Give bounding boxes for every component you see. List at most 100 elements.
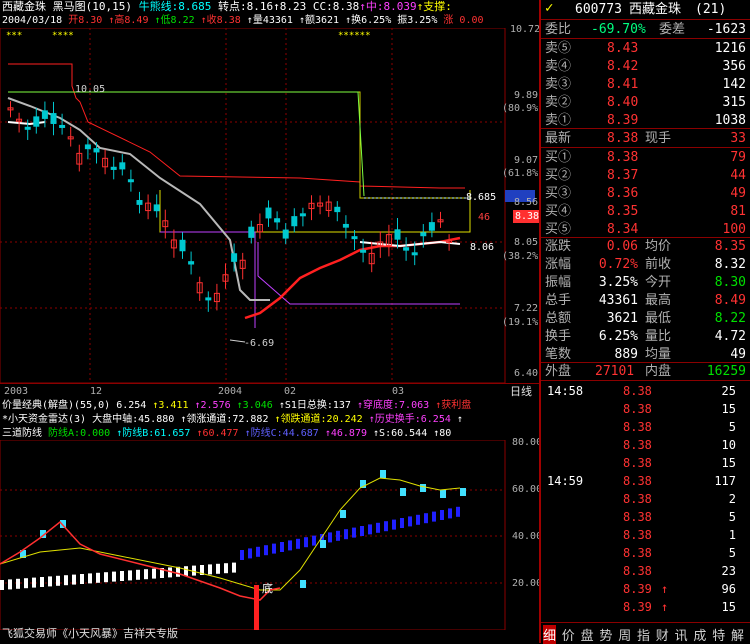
candle-body	[411, 252, 418, 256]
sell-label: 卖①	[545, 113, 572, 128]
osc-bar	[152, 568, 156, 579]
check-icon[interactable]: ✓	[545, 1, 553, 15]
osc-bar	[248, 548, 252, 559]
date-label: 12	[90, 386, 103, 397]
period-label[interactable]: 日线	[510, 385, 532, 398]
tape-row: 14:59 8.38 117	[541, 474, 750, 492]
candle-body	[420, 232, 427, 237]
price-tick-pct: (38.2%)	[502, 251, 545, 262]
bottom-tabs: 细价盘势周指财讯成特解	[541, 624, 750, 644]
stat-label: 最高	[645, 293, 672, 308]
candle-body	[127, 179, 134, 183]
resist-line	[8, 91, 365, 197]
current-hand-value: 33	[730, 131, 746, 146]
indicator-bullbear: 牛熊线:8.685	[138, 0, 212, 13]
tab-2[interactable]: 盘	[581, 625, 594, 644]
quote-low: ↑低8.22	[154, 15, 195, 26]
osc-bar	[376, 522, 380, 533]
inner-value: 16259	[706, 364, 746, 379]
tape-row: 8.38 15	[541, 402, 750, 420]
osc-bar	[264, 545, 268, 556]
divider	[541, 380, 750, 381]
buy-row: 买③ 8.36 49	[541, 184, 750, 203]
ind-value: ↑S:60.544	[373, 428, 428, 439]
tape-volume: 15	[721, 456, 736, 470]
candle-body	[299, 213, 306, 217]
ind-value: ↑防线C:44.687	[244, 428, 319, 439]
candle-body	[334, 206, 341, 213]
candle-body	[291, 216, 298, 227]
osc-tick: 80.00	[512, 437, 543, 448]
inner-label: 内盘	[645, 364, 672, 379]
osc-bar	[408, 516, 412, 527]
ind-value: ↑获利盘	[435, 400, 472, 411]
tab-7[interactable]: 讯	[675, 625, 688, 644]
weicha-value: -1623	[706, 22, 746, 37]
price-tick: 10.72	[510, 24, 541, 35]
osc-cyan-mark	[320, 540, 326, 548]
tape-volume: 5	[728, 510, 736, 524]
label-6-69: -6.69	[244, 338, 274, 349]
price-tick-pct: (80.9%)	[502, 103, 545, 114]
tab-4[interactable]: 周	[618, 625, 631, 644]
tab-8[interactable]: 成	[693, 625, 706, 644]
sell-volume: 142	[722, 77, 746, 92]
osc-bar	[352, 527, 356, 538]
ind-value: ↑60.477	[196, 428, 239, 439]
buy-price: 8.38	[607, 150, 639, 165]
tab-5[interactable]: 指	[637, 625, 650, 644]
price-tick-pct: (19.1%)	[502, 317, 545, 328]
sell-row: 卖⑤ 8.43 1216	[541, 39, 750, 58]
tape-volume: 10	[721, 438, 736, 452]
tape-price: 8.38	[623, 528, 652, 542]
candle-body	[248, 226, 255, 238]
osc-tick: 40.00	[512, 531, 543, 542]
osc-bar	[440, 510, 444, 520]
oscillator-chart[interactable]	[0, 440, 540, 630]
tab-0[interactable]: 细	[543, 625, 557, 644]
osc-bar	[120, 571, 124, 581]
sell-volume: 1216	[714, 41, 746, 56]
tab-3[interactable]: 势	[599, 625, 612, 644]
tape-row: 14:58 8.38 25	[541, 384, 750, 402]
sell-volume: 315	[722, 95, 746, 110]
stat-value: 8.35	[714, 239, 746, 254]
latest-label: 最新	[545, 131, 572, 146]
oscillator-group	[0, 470, 466, 590]
osc-cyan-mark	[380, 470, 386, 478]
stat-label: 均价	[645, 239, 672, 254]
tab-1[interactable]: 价	[562, 625, 575, 644]
ind-value: ↑历史换手:6.254	[368, 414, 451, 425]
osc-bar	[254, 585, 259, 630]
osc-bar	[240, 550, 244, 560]
weicha-label: 委差	[659, 22, 686, 37]
outer-label: 外盘	[545, 364, 572, 379]
osc-bar	[384, 521, 388, 532]
chart-area[interactable]: 西藏金珠 黑马图(10,15) 牛熊线:8.685 转点:8.16↑8.23 C…	[0, 0, 544, 643]
candlestick-chart[interactable]: *** **** ****** 10.05 -6.69 8.685 46 8.0…	[0, 28, 540, 388]
tab-9[interactable]: 特	[712, 625, 725, 644]
osc-bar	[344, 529, 348, 540]
sell-label: 卖⑤	[545, 41, 572, 56]
osc-bar	[368, 524, 372, 535]
osc-bar	[216, 563, 220, 574]
buy-label: 买②	[545, 168, 572, 183]
candle-body	[265, 207, 272, 219]
osc-bar	[312, 535, 316, 546]
candle-body	[119, 162, 126, 170]
ind-value: 防线A:0.000	[48, 428, 111, 439]
buy-price: 8.35	[607, 204, 639, 219]
stat-label: 均量	[645, 347, 672, 362]
indicator-line-1: 价量经典(解盘)(55,0) 6.254 ↑3.411 ↑2.576 ↑3.04…	[2, 399, 471, 412]
tape-price: 8.38	[623, 546, 652, 560]
tab-10[interactable]: 解	[731, 625, 744, 644]
buy-price: 8.37	[607, 168, 639, 183]
ind-value: 大盘中轴:45.880	[92, 414, 175, 425]
stat-row: 振幅 3.25% 今开 8.30	[541, 273, 750, 292]
candle-body	[24, 126, 31, 130]
tape-volume: 2	[728, 492, 736, 506]
quote-rise-value: 0.00	[459, 15, 484, 26]
tab-6[interactable]: 财	[656, 625, 669, 644]
osc-cyan-mark	[420, 484, 426, 492]
osc-bar	[136, 569, 140, 580]
